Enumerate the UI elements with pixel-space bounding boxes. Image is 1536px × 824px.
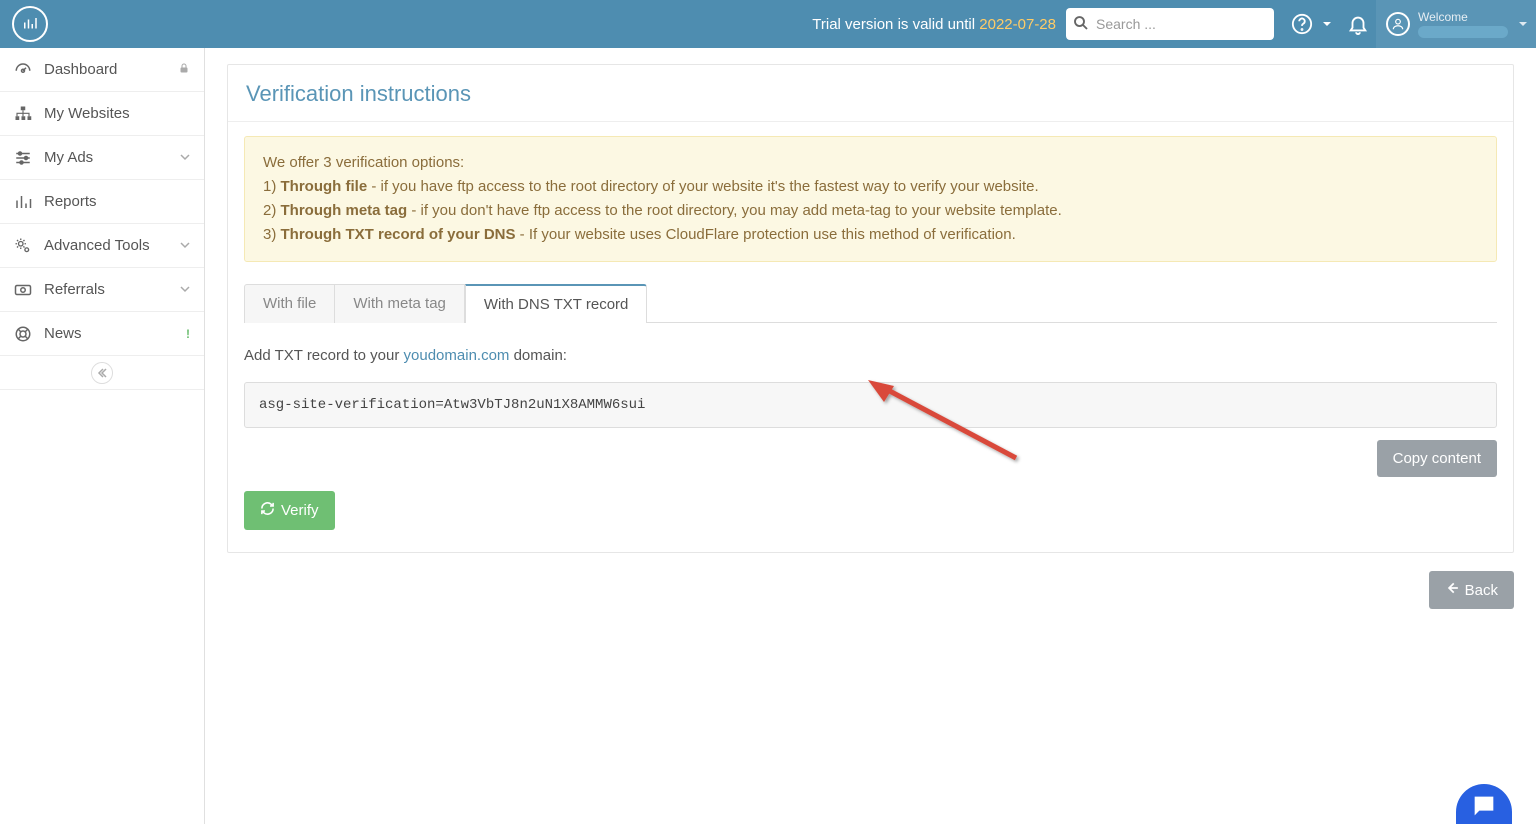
- sidebar-item-label: My Ads: [44, 149, 93, 166]
- refresh-icon: [260, 501, 275, 520]
- sidebar-item-label: My Websites: [44, 105, 130, 122]
- main-content: Verification instructions We offer 3 ver…: [205, 48, 1536, 824]
- sidebar-item-label: Referrals: [44, 281, 105, 298]
- notifications-icon[interactable]: [1340, 0, 1376, 48]
- avatar-icon: [1386, 12, 1410, 36]
- sidebar-item-reports[interactable]: Reports: [0, 180, 204, 224]
- info-alert: We offer 3 verification options: 1) Thro…: [244, 136, 1497, 262]
- chevron-down-icon: [180, 151, 190, 165]
- sliders-icon: [14, 149, 32, 167]
- tab-with-dns-txt[interactable]: With DNS TXT record: [465, 284, 647, 323]
- user-text: Welcome: [1418, 10, 1508, 38]
- trial-date: 2022-07-28: [979, 16, 1056, 33]
- sidebar-item-advanced-tools[interactable]: Advanced Tools: [0, 224, 204, 268]
- logo-wrap: [0, 0, 60, 48]
- sitemap-icon: [14, 105, 32, 123]
- gauge-icon: [14, 61, 32, 79]
- caret-down-icon: [1518, 16, 1528, 32]
- sidebar-item-label: Dashboard: [44, 61, 117, 78]
- exclamation-icon: !: [186, 327, 190, 341]
- caret-down-icon: [1322, 16, 1332, 32]
- alert-intro: We offer 3 verification options:: [263, 151, 1478, 175]
- alert-option-2: 2) Through meta tag - if you don't have …: [263, 199, 1478, 223]
- verify-button[interactable]: Verify: [244, 491, 335, 530]
- alert-option-3: 3) Through TXT record of your DNS - If y…: [263, 223, 1478, 247]
- top-bar: Trial version is valid until 2022-07-28 …: [0, 0, 1536, 48]
- back-button-label: Back: [1465, 582, 1498, 599]
- collapse-sidebar-button[interactable]: [91, 362, 113, 384]
- sidebar-item-mywebsites[interactable]: My Websites: [0, 92, 204, 136]
- sidebar-item-label: Reports: [44, 193, 97, 210]
- welcome-label: Welcome: [1418, 10, 1508, 24]
- bar-chart-icon: [14, 193, 32, 211]
- copy-content-button[interactable]: Copy content: [1377, 440, 1497, 477]
- help-icon: [1284, 0, 1320, 48]
- back-button[interactable]: Back: [1429, 571, 1514, 609]
- search-icon: [1072, 14, 1090, 35]
- sidebar-item-dashboard[interactable]: Dashboard: [0, 48, 204, 92]
- trial-prefix: Trial version is valid until: [812, 16, 979, 33]
- panel-header: Verification instructions: [228, 65, 1513, 122]
- search-input[interactable]: [1066, 8, 1274, 40]
- sidebar-item-news[interactable]: News !: [0, 312, 204, 356]
- instruction-text: Add TXT record to your youdomain.com dom…: [244, 347, 1497, 364]
- tab-with-meta-tag[interactable]: With meta tag: [335, 284, 465, 323]
- sidebar-collapse-row: [0, 356, 204, 390]
- alert-option-1: 1) Through file - if you have ftp access…: [263, 175, 1478, 199]
- panel-verification: Verification instructions We offer 3 ver…: [227, 64, 1514, 553]
- user-name-redacted: [1418, 26, 1508, 38]
- logo-icon[interactable]: [12, 6, 48, 42]
- search-box: [1066, 8, 1274, 40]
- tab-with-file[interactable]: With file: [244, 284, 335, 323]
- txt-record-box[interactable]: asg-site-verification=Atw3VbTJ8n2uN1X8AM…: [244, 382, 1497, 428]
- sidebar-item-referrals[interactable]: Referrals: [0, 268, 204, 312]
- chevron-down-icon: [180, 283, 190, 297]
- sidebar-item-label: Advanced Tools: [44, 237, 150, 254]
- life-ring-icon: [14, 325, 32, 343]
- trial-text: Trial version is valid until 2022-07-28: [812, 16, 1056, 33]
- sidebar: Dashboard My Websites My Ads Reports: [0, 48, 205, 824]
- page-title: Verification instructions: [246, 81, 1495, 107]
- gears-icon: [14, 237, 32, 255]
- user-menu[interactable]: Welcome: [1376, 0, 1536, 48]
- sidebar-item-myads[interactable]: My Ads: [0, 136, 204, 180]
- arrow-left-icon: [1445, 581, 1459, 599]
- sidebar-item-label: News: [44, 325, 82, 342]
- help-dropdown[interactable]: [1284, 0, 1332, 48]
- domain-link[interactable]: youdomain.com: [404, 347, 510, 364]
- tab-set: With file With meta tag With DNS TXT rec…: [244, 284, 1497, 323]
- verify-button-label: Verify: [281, 502, 319, 519]
- chevron-down-icon: [180, 239, 190, 253]
- lock-icon: [178, 62, 190, 77]
- money-icon: [14, 281, 32, 299]
- txt-record-value: asg-site-verification=Atw3VbTJ8n2uN1X8AM…: [259, 397, 645, 413]
